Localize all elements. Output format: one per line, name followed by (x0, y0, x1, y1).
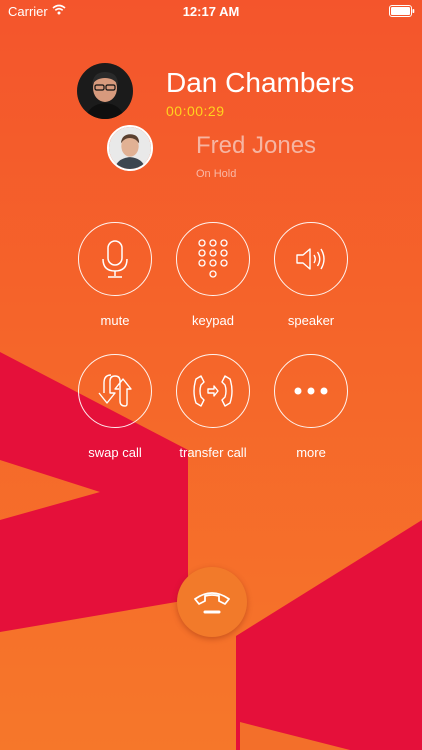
speaker-label: speaker (287, 313, 335, 328)
held-caller-name[interactable]: Fred Jones (196, 132, 316, 160)
more-button[interactable]: more (261, 354, 361, 460)
speaker-icon (296, 248, 325, 270)
swap-call-button[interactable]: swap call (65, 354, 165, 460)
transfer-icon (193, 375, 233, 407)
hold-status-label: On Hold (196, 168, 237, 180)
avatar-active-caller (77, 63, 133, 119)
end-call-button[interactable] (177, 567, 247, 637)
keypad-button[interactable]: keypad (163, 222, 263, 328)
keypad-label: keypad (192, 313, 234, 328)
microphone-icon (102, 240, 128, 278)
keypad-icon (198, 239, 228, 278)
transfer-call-label: transfer call (179, 445, 247, 460)
swap-icon (98, 374, 132, 407)
active-caller-name: Dan Chambers (166, 67, 355, 98)
transfer-call-button[interactable]: transfer call (163, 354, 263, 460)
more-label: more (296, 445, 326, 460)
swap-call-label: swap call (88, 445, 142, 460)
more-icon (294, 387, 328, 395)
status-time: 12:17 AM (182, 4, 240, 19)
avatar-held-caller[interactable] (107, 125, 153, 171)
speaker-button[interactable]: speaker (261, 222, 361, 328)
hang-up-icon (194, 592, 230, 614)
battery-icon (389, 5, 415, 17)
call-duration: 00:00:29 (166, 103, 225, 119)
mute-button[interactable]: mute (65, 222, 165, 328)
mute-label: mute (100, 313, 130, 328)
status-bar: Carrier 12:17 AM (0, 0, 422, 22)
